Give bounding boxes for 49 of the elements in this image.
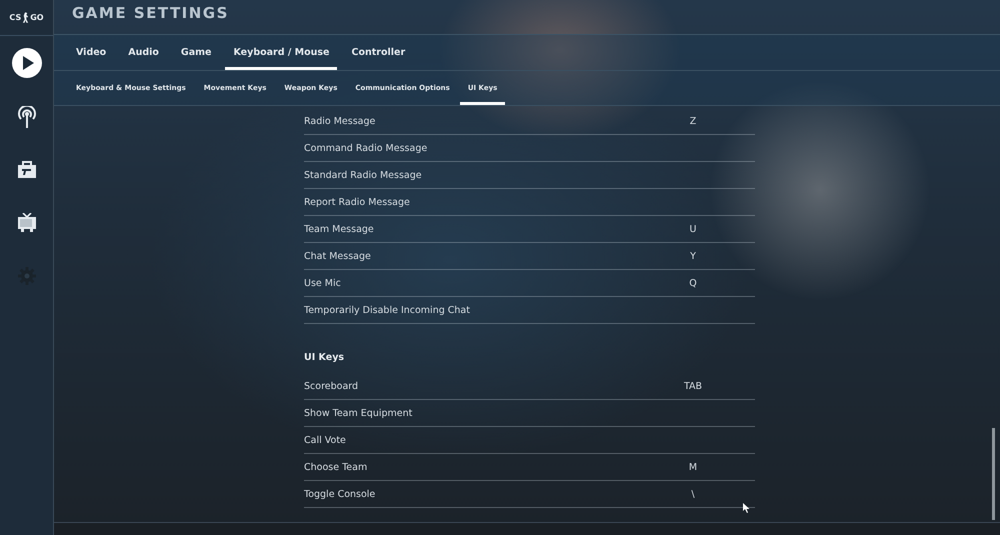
key-value: Y xyxy=(689,250,697,262)
soldier-icon xyxy=(22,12,30,23)
page-title: GAME SETTINGS xyxy=(72,4,229,22)
action-label: Chat Message xyxy=(304,250,371,262)
play-icon xyxy=(12,48,42,78)
section-heading: UI Keys xyxy=(304,351,346,365)
key-value: M xyxy=(688,462,698,472)
key-binding-row[interactable]: Toggle Console \ xyxy=(304,481,755,508)
key-binding-row[interactable]: Show Team Equipment xyxy=(304,400,755,427)
tv-icon xyxy=(16,213,36,232)
key-value: Q xyxy=(688,278,698,288)
briefcase-icon xyxy=(16,160,36,178)
logo-text: GO xyxy=(30,13,44,22)
tab[interactable]: Video xyxy=(68,38,114,70)
key-value: \ xyxy=(690,488,696,500)
tab[interactable]: Game xyxy=(172,38,220,70)
action-label: Use Mic xyxy=(304,278,341,288)
mouse-cursor-icon xyxy=(743,503,750,513)
key-value: U xyxy=(688,224,698,234)
tab[interactable]: Keyboard / Mouse xyxy=(225,38,338,70)
key-binding-row[interactable]: Temporarily Disable Incoming Chat xyxy=(304,297,755,324)
key-binding-row[interactable]: Team Message U xyxy=(304,216,755,243)
action-label: Radio Message xyxy=(304,116,376,126)
action-label: Standard Radio Message xyxy=(304,170,422,180)
antenna-icon xyxy=(16,106,36,128)
key-binding-row[interactable]: Scoreboard TAB xyxy=(304,373,755,400)
key-binding-row[interactable]: Radio Message Z xyxy=(304,108,755,135)
key-binding-row[interactable]: Chat Message Y xyxy=(304,243,755,270)
action-label: Command Radio Message xyxy=(304,142,428,154)
key-binding-row[interactable]: Call Vote xyxy=(304,427,755,454)
action-label: Team Message xyxy=(304,224,374,234)
action-label: Temporarily Disable Incoming Chat xyxy=(304,304,470,316)
action-label: Call Vote xyxy=(304,434,346,446)
tab[interactable]: Controller xyxy=(343,38,414,70)
key-binding-row[interactable]: Standard Radio Message xyxy=(304,162,755,189)
action-label: Toggle Console xyxy=(304,488,376,500)
scrollbar[interactable] xyxy=(992,428,995,520)
key-binding-row[interactable]: Command Radio Message xyxy=(304,135,755,162)
key-binding-row[interactable]: Use Mic Q xyxy=(304,270,755,297)
tab[interactable]: Audio xyxy=(120,38,167,70)
action-label: Report Radio Message xyxy=(304,196,410,208)
action-label: Choose Team xyxy=(304,462,368,472)
key-binding-row[interactable]: Report Radio Message xyxy=(304,189,755,216)
key-value: Z xyxy=(688,116,698,126)
logo-text: CS xyxy=(9,13,22,22)
key-binding-row[interactable]: Choose Team M xyxy=(304,454,755,481)
action-label: Show Team Equipment xyxy=(304,408,412,418)
key-value: TAB xyxy=(682,380,704,392)
action-label: Scoreboard xyxy=(304,380,358,392)
